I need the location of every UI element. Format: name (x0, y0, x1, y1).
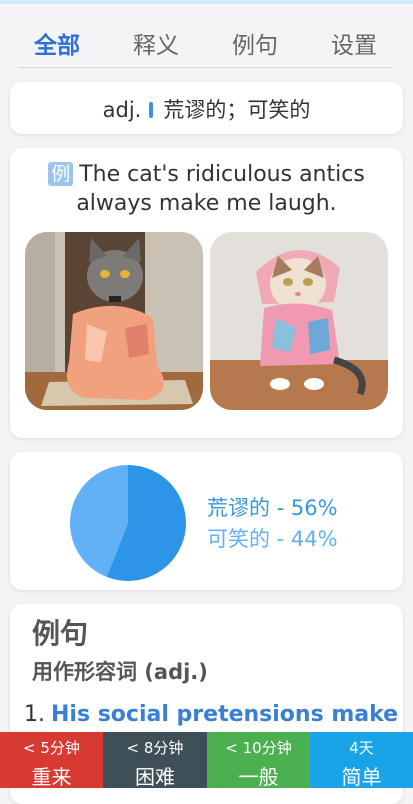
grade-good-label: 一般 (238, 765, 279, 789)
grade-easy-interval: 4天 (349, 739, 374, 757)
grade-hard-button[interactable]: < 8分钟 困难 (103, 732, 207, 789)
tab-all[interactable]: 全部 (34, 26, 80, 60)
example-image-1[interactable] (25, 232, 203, 410)
grade-again-button[interactable]: < 5分钟 重来 (0, 732, 103, 789)
meaning-pie-chart (69, 465, 186, 581)
example-badge: 例 (48, 162, 74, 186)
grade-easy-button[interactable]: 4天 简单 (310, 732, 413, 789)
sentence-link[interactable]: His social pretensions make (51, 702, 398, 727)
legend-item-1: 荒谬的 - 56% (207, 496, 338, 520)
tab-divider (18, 67, 393, 68)
sentences-subtitle: 用作形容词 (adj.) (32, 660, 208, 684)
sentence-item: 1. His social pretensions make (24, 702, 398, 727)
tab-settings[interactable]: 设置 (331, 26, 377, 60)
grade-again-interval: < 5分钟 (23, 739, 80, 757)
example-sentence: The cat's ridiculous antics always make … (76, 162, 365, 216)
tab-examples[interactable]: 例句 (232, 26, 278, 60)
sentence-number: 1. (24, 702, 45, 727)
definition-divider (149, 102, 154, 118)
tab-definition[interactable]: 释义 (133, 26, 179, 60)
grade-hard-label: 困难 (135, 765, 175, 789)
grade-hard-interval: < 8分钟 (126, 739, 184, 757)
grade-good-button[interactable]: < 10分钟 一般 (207, 732, 310, 789)
sentences-title: 例句 (32, 617, 89, 650)
meaning-distribution-card: 荒谬的 - 56% 可笑的 - 44% (10, 452, 403, 590)
part-of-speech: adj. (102, 98, 142, 122)
example-image-2[interactable] (210, 232, 388, 410)
example-card: 例 The cat's ridiculous antics always make… (10, 148, 403, 438)
definition-text: 荒谬的；可笑的 (163, 98, 311, 122)
grade-good-interval: < 10分钟 (225, 739, 292, 757)
top-accent-bar (0, 0, 413, 4)
grade-easy-label: 简单 (341, 765, 382, 789)
review-grade-bar: < 5分钟 重来 < 8分钟 困难 < 10分钟 一般 4天 简单 (0, 732, 413, 789)
grade-again-label: 重来 (31, 765, 72, 789)
tab-bar: 全部 释义 例句 设置 (0, 20, 413, 68)
legend-item-2: 可笑的 - 44% (207, 527, 338, 551)
definition-card: adj. 荒谬的；可笑的 (10, 82, 403, 134)
